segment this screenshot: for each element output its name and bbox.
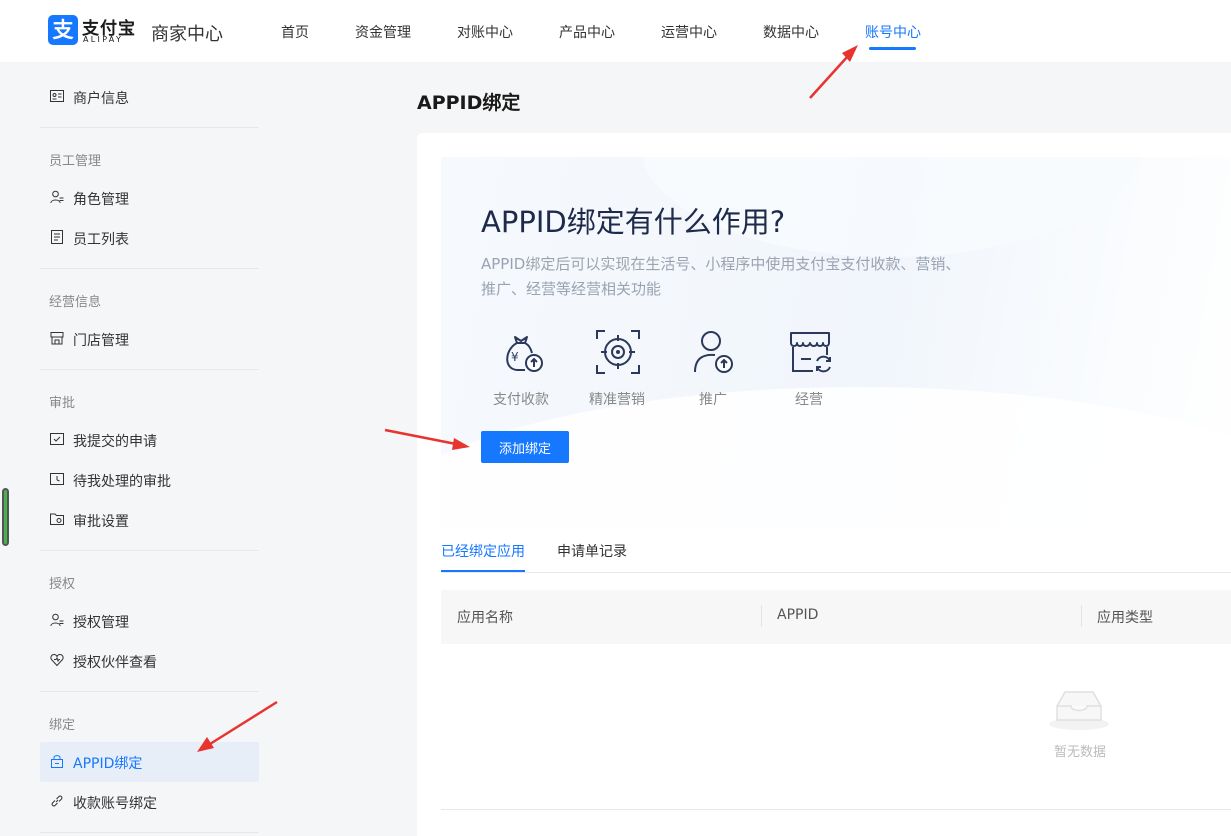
feature-label: 精准营销 <box>589 392 645 408</box>
sidebar-group-staff: 员工管理 <box>49 154 102 169</box>
sidebar-group-authorization: 授权 <box>49 577 76 592</box>
sidebar-item-label: 商户信息 <box>73 91 129 107</box>
nav-active-indicator <box>869 47 916 50</box>
hero-banner: APPID绑定有什么作用? APPID绑定后可以实现在生活号、小程序中使用支付宝… <box>441 157 1231 527</box>
money-bag-icon: ¥ <box>506 336 543 372</box>
divider <box>40 268 259 269</box>
nav-account[interactable]: 账号中心 <box>865 22 921 42</box>
inbox-check-icon <box>50 433 64 445</box>
sidebar-item-label: 门店管理 <box>73 333 129 349</box>
sidebar-item-store-management[interactable]: 门店管理 <box>40 319 259 359</box>
nav-operations[interactable]: 运营中心 <box>661 22 717 42</box>
divider <box>40 369 259 370</box>
sidebar-item-label: 员工列表 <box>73 232 129 248</box>
sidebar-item-my-applications[interactable]: 我提交的申请 <box>40 420 259 460</box>
sidebar-group-business: 经营信息 <box>49 295 102 310</box>
column-header-appid: APPID <box>777 607 819 623</box>
empty-box-icon <box>1049 691 1109 730</box>
sidebar-group-approval: 审批 <box>49 396 76 411</box>
divider <box>441 809 1231 810</box>
sidebar-item-label: 授权伙伴查看 <box>73 655 157 671</box>
user-edit-icon <box>50 190 64 204</box>
top-header: 支 支付宝 ALIPAY 商家中心 首页 资金管理 对账中心 产品中心 运营中心… <box>0 0 1231 62</box>
app-title: 商家中心 <box>151 24 223 45</box>
column-separator <box>1081 605 1082 627</box>
content-card: APPID绑定有什么作用? APPID绑定后可以实现在生活号、小程序中使用支付宝… <box>417 133 1231 836</box>
sidebar-item-authorized-partners[interactable]: 授权伙伴查看 <box>40 641 259 681</box>
sidebar: 商户信息 员工管理 角色管理 员工列表 经营信息 门店管理 审批 我提交的申请 … <box>0 62 300 836</box>
lock-box-icon <box>51 755 63 768</box>
divider <box>40 691 259 692</box>
table-header: 应用名称 APPID 应用类型 <box>441 590 1231 644</box>
id-card-icon <box>50 90 64 102</box>
alipay-logo-subtext: ALIPAY <box>83 35 124 44</box>
sidebar-item-approval-settings[interactable]: 审批设置 <box>40 500 259 540</box>
shop-refresh-icon <box>790 332 831 373</box>
divider <box>40 127 259 128</box>
divider <box>40 832 259 833</box>
sidebar-item-label: 审批设置 <box>73 514 129 530</box>
feature-payment: ¥ 支付收款 <box>481 329 561 419</box>
column-header-app-type: 应用类型 <box>1097 610 1153 626</box>
user-promote-icon <box>694 331 733 373</box>
sidebar-item-label: 待我处理的审批 <box>73 474 171 490</box>
alipay-logo-icon[interactable]: 支 <box>48 15 78 45</box>
column-header-app-name: 应用名称 <box>457 610 513 626</box>
tab-bound-apps[interactable]: 已经绑定应用 <box>441 541 525 561</box>
hero-title: APPID绑定有什么作用? <box>481 205 786 239</box>
folder-settings-icon <box>50 513 64 525</box>
feature-label: 经营 <box>795 392 823 408</box>
sidebar-group-binding: 绑定 <box>49 718 76 733</box>
sidebar-item-label: APPID绑定 <box>73 756 143 772</box>
feature-operation: 经营 <box>769 329 849 419</box>
sidebar-item-staff-list[interactable]: 员工列表 <box>40 218 259 258</box>
divider <box>40 550 259 551</box>
tabs: 已经绑定应用 申请单记录 <box>441 527 1231 573</box>
sidebar-item-label: 授权管理 <box>73 615 129 631</box>
page-title: APPID绑定 <box>417 92 521 114</box>
sidebar-scrollbar[interactable] <box>2 488 9 546</box>
feature-promotion: 推广 <box>673 329 753 419</box>
add-binding-button[interactable]: 添加绑定 <box>481 431 569 463</box>
heart-icon <box>50 653 64 667</box>
target-icon <box>596 330 640 374</box>
feature-marketing: 精准营销 <box>577 329 657 419</box>
svg-text:¥: ¥ <box>511 350 519 364</box>
link-icon <box>51 795 63 807</box>
hero-description: APPID绑定后可以实现在生活号、小程序中使用支付宝支付收款、营销、推广、经营等… <box>481 255 961 298</box>
sidebar-item-pending-approvals[interactable]: 待我处理的审批 <box>40 460 259 500</box>
sidebar-item-role-management[interactable]: 角色管理 <box>40 178 259 218</box>
nav-data[interactable]: 数据中心 <box>763 22 819 42</box>
feature-label: 推广 <box>699 392 727 408</box>
inbox-pending-icon <box>50 473 64 485</box>
user-edit-icon <box>50 613 64 627</box>
list-icon <box>51 230 63 244</box>
column-separator <box>761 605 762 627</box>
feature-label: 支付收款 <box>493 392 549 408</box>
sidebar-item-label: 收款账号绑定 <box>73 796 157 812</box>
sidebar-item-payee-account-binding[interactable]: 收款账号绑定 <box>40 782 259 822</box>
tab-application-records[interactable]: 申请单记录 <box>557 541 627 561</box>
nav-products[interactable]: 产品中心 <box>559 22 615 42</box>
sidebar-item-authorization-management[interactable]: 授权管理 <box>40 601 259 641</box>
sidebar-item-label: 我提交的申请 <box>73 434 157 450</box>
sidebar-item-merchant-info[interactable]: 商户信息 <box>40 77 259 117</box>
store-icon <box>50 332 64 345</box>
nav-funds[interactable]: 资金管理 <box>355 22 411 42</box>
nav-home[interactable]: 首页 <box>281 22 309 42</box>
empty-state-text: 暂无数据 <box>1053 745 1106 760</box>
tab-active-indicator <box>441 570 525 572</box>
sidebar-item-label: 角色管理 <box>73 192 129 208</box>
sidebar-item-appid-binding[interactable]: APPID绑定 <box>40 742 259 782</box>
nav-reconciliation[interactable]: 对账中心 <box>457 22 513 42</box>
